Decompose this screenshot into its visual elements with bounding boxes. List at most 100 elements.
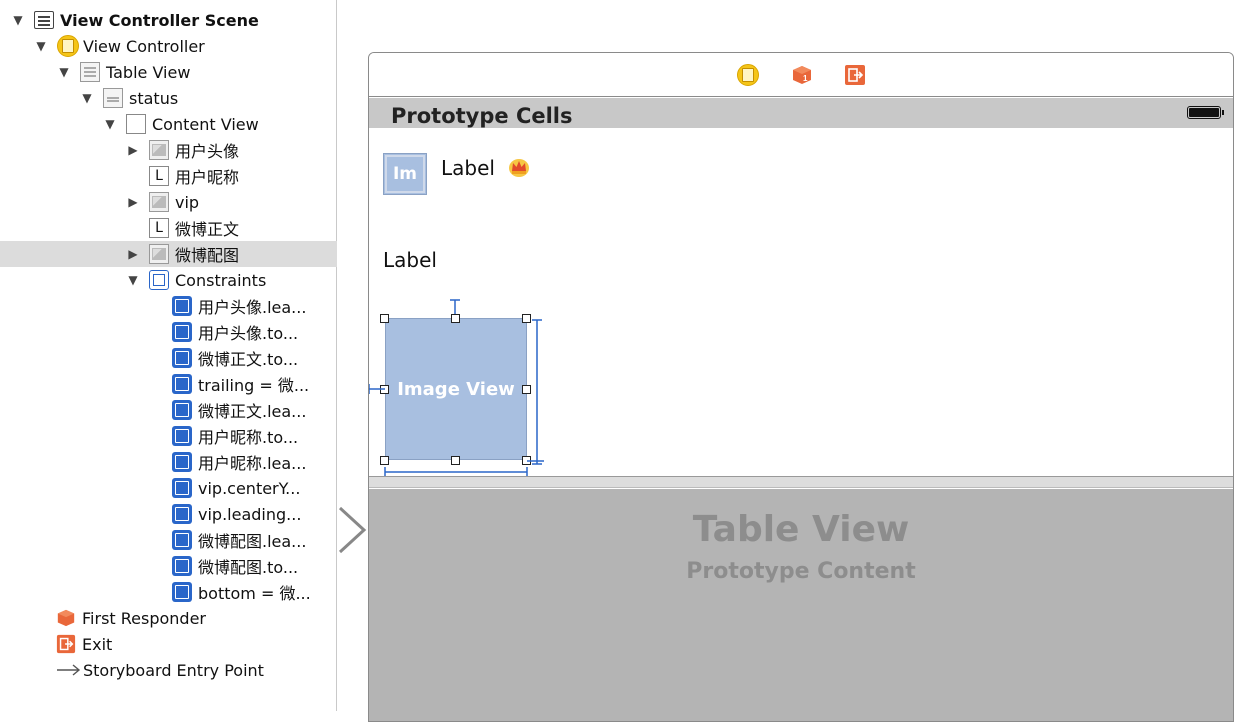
outline-row-label: 用户昵称.lea... xyxy=(198,454,307,473)
outline-row[interactable]: L 微博正文 xyxy=(0,215,337,241)
avatar-image-view[interactable]: Im xyxy=(383,153,427,195)
body-text-label[interactable]: Label xyxy=(383,248,437,272)
constraint-icon xyxy=(172,530,192,550)
image-view-icon xyxy=(149,140,169,160)
table-view-title: Table View xyxy=(692,509,910,550)
label-icon: L xyxy=(149,218,169,238)
constraint-icon xyxy=(172,426,192,446)
outline-row-label: status xyxy=(129,88,179,108)
outline-row-label: Exit xyxy=(82,634,113,654)
outline-row[interactable]: 微博配图.to... xyxy=(0,553,337,579)
disclosure-open-icon[interactable]: ▼ xyxy=(35,40,47,52)
outline-row[interactable]: Storyboard Entry Point xyxy=(0,657,337,683)
constraint-icon xyxy=(172,374,192,394)
outline-row[interactable]: ▼ Content View xyxy=(0,111,337,137)
disclosure-open-icon[interactable]: ▼ xyxy=(127,274,139,286)
outline-row[interactable]: First Responder xyxy=(0,605,337,631)
nickname-label[interactable]: Label xyxy=(441,156,495,180)
outline-row[interactable]: 用户头像.to... xyxy=(0,319,337,345)
outline-row-label: vip.centerY... xyxy=(198,478,301,498)
disclosure-closed-icon[interactable]: ▶ xyxy=(127,196,139,208)
scene-icon xyxy=(34,11,54,29)
outline-row-label: vip.leading... xyxy=(198,504,302,524)
disclosure-open-icon[interactable]: ▼ xyxy=(104,118,116,130)
first-responder-icon xyxy=(56,608,76,628)
outline-row[interactable]: 微博正文.to... xyxy=(0,345,337,371)
outline-row-label: trailing = 微... xyxy=(198,376,310,395)
svg-text:1: 1 xyxy=(803,74,808,83)
document-outline: ▼ View Controller Scene ▼ View Controller ▼ T… xyxy=(0,0,337,711)
constraint-lines xyxy=(369,299,544,477)
outline-row-label: Constraints xyxy=(175,270,267,290)
constraint-icon xyxy=(172,400,192,420)
outline-row[interactable]: bottom = 微... xyxy=(0,579,337,605)
outline-row[interactable]: vip.centerY... xyxy=(0,475,337,501)
constraint-icon xyxy=(172,452,192,472)
outline-row[interactable]: 用户头像.lea... xyxy=(0,293,337,319)
table-view-placeholder[interactable]: Table View Prototype Content xyxy=(369,489,1233,721)
label-icon: L xyxy=(149,166,169,186)
outline-row-label: 用户头像.lea... xyxy=(198,298,307,317)
table-view-subtitle: Prototype Content xyxy=(686,559,916,584)
outline-row-label: 微博配图.lea... xyxy=(198,532,307,551)
view-controller-icon[interactable] xyxy=(737,64,759,86)
disclosure-closed-icon[interactable]: ▶ xyxy=(127,248,139,260)
constraint-icon xyxy=(172,556,192,576)
image-view-icon xyxy=(149,244,169,264)
outline-row-label: 用户昵称 xyxy=(175,168,240,187)
constraint-icon xyxy=(172,582,192,602)
disclosure-open-icon[interactable]: ▼ xyxy=(58,66,70,78)
crown-icon[interactable] xyxy=(508,156,530,178)
view-icon xyxy=(126,114,146,134)
battery-icon xyxy=(1187,106,1224,119)
exit-icon xyxy=(56,634,76,654)
constraints-icon xyxy=(149,270,169,290)
outline-row[interactable]: ▼ View Controller Scene xyxy=(0,7,337,33)
outline-row-label: First Responder xyxy=(82,608,206,628)
outline-row-label: 微博正文.to... xyxy=(198,350,299,369)
exit-icon[interactable] xyxy=(844,64,866,86)
outline-row-label: View Controller Scene xyxy=(60,10,259,30)
storyboard-entry-arrow-icon[interactable] xyxy=(338,504,368,556)
outline-row[interactable]: 用户昵称.to... xyxy=(0,423,337,449)
constraint-icon xyxy=(172,504,192,524)
constraint-icon xyxy=(172,322,192,342)
outline-row-label: 微博正文 xyxy=(175,220,240,239)
disclosure-open-icon[interactable]: ▼ xyxy=(81,92,93,104)
outline-row[interactable]: ▶ 用户头像 xyxy=(0,137,337,163)
outline-row[interactable]: ▼ Constraints xyxy=(0,267,337,293)
cell-separator xyxy=(369,476,1233,488)
outline-row[interactable]: ▼ Table View xyxy=(0,59,337,85)
outline-row-label: 用户昵称.to... xyxy=(198,428,299,447)
outline-row-label: 用户头像.to... xyxy=(198,324,299,343)
outline-row[interactable]: ▼ View Controller xyxy=(0,33,337,59)
outline-row-label: Content View xyxy=(152,114,259,134)
outline-row[interactable]: vip.leading... xyxy=(0,501,337,527)
outline-row[interactable]: Exit xyxy=(0,631,337,657)
outline-row[interactable]: ▼ status xyxy=(0,85,337,111)
outline-row[interactable]: 微博配图.lea... xyxy=(0,527,337,553)
outline-row-label: 用户头像 xyxy=(175,142,240,161)
view-controller-scene[interactable]: 1 Prototype Cells Im Label Label Image V… xyxy=(368,52,1234,722)
storyboard-canvas[interactable]: 1 Prototype Cells Im Label Label Image V… xyxy=(338,0,1240,722)
constraint-icon xyxy=(172,348,192,368)
outline-row[interactable]: 微博正文.lea... xyxy=(0,397,337,423)
outline-row[interactable]: ▶ vip xyxy=(0,189,337,215)
disclosure-open-icon[interactable]: ▼ xyxy=(12,14,24,26)
disclosure-closed-icon[interactable]: ▶ xyxy=(127,144,139,156)
outline-row[interactable]: 用户昵称.lea... xyxy=(0,449,337,475)
outline-row[interactable]: trailing = 微... xyxy=(0,371,337,397)
outline-row-label: 微博配图.to... xyxy=(198,558,299,577)
entry-arrow-icon xyxy=(56,660,82,680)
outline-row[interactable]: L 用户昵称 xyxy=(0,163,337,189)
table-cell-status[interactable]: Im Label Label Image View xyxy=(369,128,1233,478)
table-cell-icon xyxy=(103,88,123,108)
constraint-icon xyxy=(172,296,192,316)
table-view-icon xyxy=(80,62,100,82)
outline-row-label: Table View xyxy=(106,62,191,82)
view-controller-icon xyxy=(57,35,79,57)
outline-row[interactable]: ▶ 微博配图 xyxy=(0,241,337,267)
outline-row-label: Storyboard Entry Point xyxy=(83,660,264,680)
outline-row-label: bottom = 微... xyxy=(198,584,311,603)
first-responder-icon[interactable]: 1 xyxy=(791,64,813,86)
